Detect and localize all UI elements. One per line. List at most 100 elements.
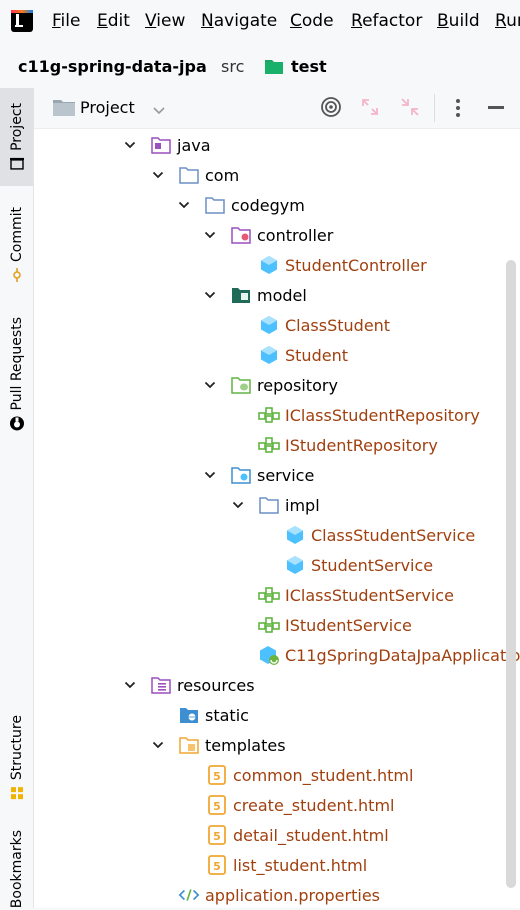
menu-file[interactable]: File — [52, 11, 80, 31]
tab-structure[interactable]: Structure — [0, 708, 33, 808]
tree-item-label: application.properties — [205, 885, 380, 905]
panel-title[interactable]: Project — [80, 98, 135, 117]
controller-package-icon — [230, 224, 252, 246]
tree-item-label: model — [257, 285, 307, 305]
tree-row[interactable]: controller — [204, 220, 333, 250]
breadcrumb-test[interactable]: test — [291, 57, 327, 76]
tree-row[interactable]: C11gSpringDataJpaApplicatio — [232, 640, 520, 670]
tree-row[interactable]: ClassStudentService — [258, 520, 475, 550]
tree-item-label: resources — [177, 675, 255, 695]
tree-row[interactable]: static — [152, 700, 249, 730]
project-panel-header: Project — [34, 88, 520, 129]
vertical-scrollbar[interactable] — [506, 260, 516, 888]
intellij-logo-icon[interactable] — [11, 10, 33, 32]
locate-target-icon[interactable] — [320, 96, 342, 122]
tree-row[interactable]: java — [124, 130, 211, 160]
tree-row[interactable]: IStudentService — [232, 610, 412, 640]
properties-icon — [178, 884, 200, 906]
html-icon: 5 — [206, 824, 228, 846]
model-package-icon — [230, 284, 252, 306]
tree-row[interactable]: 5 detail_student.html — [180, 820, 389, 850]
interface-icon — [258, 404, 280, 426]
chevron-down-icon[interactable] — [204, 469, 230, 481]
tree-row[interactable]: impl — [232, 490, 320, 520]
tree-item-label: templates — [205, 735, 286, 755]
tree-item-label: IClassStudentService — [285, 585, 454, 605]
tab-bookmarks[interactable]: Bookmarks — [0, 824, 33, 908]
tree-row[interactable]: 5 common_student.html — [180, 760, 413, 790]
interface-icon — [258, 584, 280, 606]
tree-row[interactable]: application.properties — [152, 880, 380, 910]
github-icon — [9, 416, 24, 431]
svg-text:5: 5 — [213, 860, 221, 873]
tree-row[interactable]: model — [204, 280, 307, 310]
chevron-down-icon[interactable] — [178, 199, 204, 211]
menu-navigate[interactable]: Navigate — [201, 11, 277, 31]
menu-view[interactable]: View — [145, 11, 185, 31]
class-icon — [258, 344, 280, 366]
tree-row[interactable]: resources — [124, 670, 255, 700]
menu-edit[interactable]: Edit — [97, 11, 130, 31]
menu-build[interactable]: Build — [437, 11, 480, 31]
tree-row[interactable]: StudentService — [258, 550, 433, 580]
spring-app-icon — [258, 644, 280, 666]
menu-run[interactable]: Run — [495, 11, 520, 31]
chevron-down-icon[interactable] — [204, 229, 230, 241]
menu-refactor[interactable]: Refactor — [351, 11, 422, 31]
tree-row[interactable]: com — [152, 160, 239, 190]
tree-row[interactable]: repository — [204, 370, 338, 400]
tree-item-label: java — [177, 135, 211, 155]
svg-text:5: 5 — [213, 800, 221, 813]
chevron-down-icon[interactable] — [204, 289, 230, 301]
chevron-down-icon[interactable] — [152, 169, 178, 181]
tree-row[interactable]: 5 create_student.html — [180, 790, 394, 820]
tree-item-label: static — [205, 705, 249, 725]
resources-folder-icon — [150, 674, 172, 696]
collapse-all-icon[interactable] — [400, 97, 420, 121]
menu-bar: File Edit View Navigate Code Refactor Bu… — [0, 0, 520, 44]
chevron-down-icon[interactable] — [204, 379, 230, 391]
class-icon — [258, 314, 280, 336]
header-divider — [434, 94, 435, 122]
breadcrumb-src[interactable]: src — [221, 57, 244, 76]
chevron-down-icon[interactable] — [124, 679, 150, 691]
web-folder-icon — [178, 704, 200, 726]
tree-item-label: ClassStudent — [285, 315, 391, 335]
html-icon: 5 — [206, 764, 228, 786]
tree-row[interactable]: Student — [232, 340, 348, 370]
chevron-down-icon[interactable] — [152, 101, 166, 120]
tab-commit[interactable]: Commit — [0, 194, 33, 294]
tree-row[interactable]: IStudentRepository — [232, 430, 438, 460]
folder-icon — [178, 164, 200, 186]
tree-row[interactable]: service — [204, 460, 314, 490]
breadcrumb-project[interactable]: c11g-spring-data-jpa — [18, 57, 207, 76]
chevron-down-icon[interactable] — [152, 739, 178, 751]
interface-icon — [258, 434, 280, 456]
project-panel: Project java com codegym controller StudentC… — [34, 88, 520, 908]
svg-text:5: 5 — [213, 830, 221, 843]
chevron-down-icon[interactable] — [232, 499, 258, 511]
tab-pull-requests[interactable]: Pull Requests — [0, 310, 33, 438]
breadcrumb: c11g-spring-data-jpa src test — [0, 44, 520, 88]
tree-row[interactable]: IClassStudentRepository — [232, 400, 480, 430]
expand-all-icon[interactable] — [360, 97, 380, 121]
tab-project[interactable]: Project — [0, 88, 33, 186]
folder-icon — [52, 97, 76, 121]
class-icon — [258, 254, 280, 276]
tree-row[interactable]: ClassStudent — [232, 310, 390, 340]
tree-row[interactable]: templates — [152, 730, 286, 760]
menu-code[interactable]: Code — [290, 11, 334, 31]
project-icon — [9, 157, 24, 170]
tree-row[interactable]: codegym — [178, 190, 305, 220]
minimize-icon[interactable] — [488, 106, 504, 109]
tree-row[interactable]: 5 list_student.html — [180, 850, 367, 880]
tree-row[interactable]: IClassStudentService — [232, 580, 454, 610]
repository-package-icon — [230, 374, 252, 396]
more-options-icon[interactable] — [454, 97, 462, 123]
tree-row[interactable]: StudentController — [232, 250, 427, 280]
tree-item-label: service — [257, 465, 315, 485]
left-tool-strip: Project Commit Pull Requests Structure B… — [0, 88, 34, 908]
tree-item-label: create_student.html — [233, 795, 395, 815]
structure-icon — [10, 787, 23, 800]
chevron-down-icon[interactable] — [124, 139, 150, 151]
